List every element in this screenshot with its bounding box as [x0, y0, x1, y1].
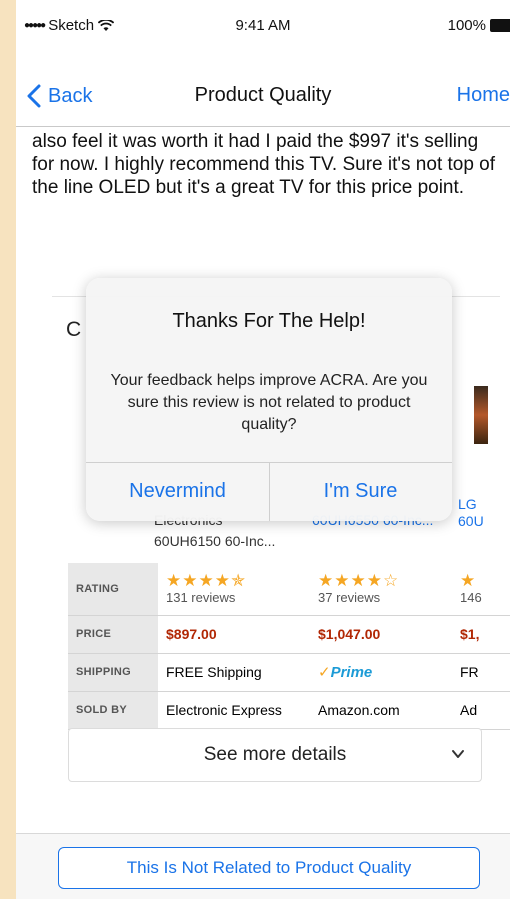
product-model-1: 60UH6150 60-Inc... [154, 533, 276, 549]
product-image [474, 386, 488, 444]
shipping-3: FR [452, 653, 510, 692]
nevermind-button[interactable]: Nevermind [86, 462, 269, 521]
page-title: Product Quality [194, 84, 332, 106]
phone-screen: ●●●●● Sketch 9:41 AM 100% Back Product Q… [16, 0, 510, 899]
row-label-sold-by: SOLD BY [68, 691, 158, 730]
rating-cell-2[interactable]: ★★★★☆ 37 reviews [310, 563, 452, 616]
alert-message: Your feedback helps improve ACRA. Are yo… [110, 372, 428, 433]
see-more-details-button[interactable]: See more details [68, 728, 482, 782]
see-more-label: See more details [203, 744, 347, 765]
prime-check-icon: ✓ [318, 664, 331, 681]
review-count-3: 146 [460, 590, 482, 606]
alert-title: Thanks For The Help! [172, 310, 366, 332]
clock: 9:41 AM [235, 17, 291, 34]
prime-badge: ✓Prime [318, 664, 372, 681]
price-2: $1,047.00 [310, 615, 452, 654]
sold-by-3: Ad [452, 691, 510, 730]
row-label-rating: RATING [68, 563, 158, 616]
chevron-down-icon [452, 750, 464, 758]
navigation-bar: Back Product Quality Home [16, 70, 510, 120]
row-label-price: PRICE [68, 615, 158, 654]
sold-by-2: Amazon.com [310, 691, 452, 730]
nav-divider [16, 126, 510, 127]
product-model-3: 60U [458, 513, 484, 529]
battery: 100% [448, 17, 510, 34]
table-row-shipping: SHIPPING FREE Shipping ✓Prime FR [68, 653, 510, 692]
confirmation-alert: Thanks For The Help! Your feedback helps… [86, 278, 452, 521]
product-brand-3: LG [458, 496, 477, 512]
shipping-2: ✓Prime [310, 653, 452, 692]
product-name-3[interactable]: LG 60U [458, 496, 484, 530]
battery-percent: 100% [447, 17, 486, 34]
price-1: $897.00 [158, 615, 310, 654]
rating-cell-3[interactable]: ★ 146 [452, 563, 510, 616]
sold-by-1: Electronic Express [158, 691, 310, 730]
price-3: $1, [452, 615, 510, 654]
star-rating-icon: ★★★★✯ [166, 571, 247, 591]
table-row-rating: RATING ★★★★✯ 131 reviews ★★★★☆ 37 review… [68, 563, 510, 616]
im-sure-button[interactable]: I'm Sure [269, 462, 452, 521]
comparison-table: RATING ★★★★✯ 131 reviews ★★★★☆ 37 review… [68, 563, 510, 730]
table-row-sold-by: SOLD BY Electronic Express Amazon.com Ad [68, 691, 510, 730]
comparison-heading: C [66, 318, 82, 341]
status-bar: ●●●●● Sketch 9:41 AM 100% [16, 0, 510, 50]
rating-cell-1[interactable]: ★★★★✯ 131 reviews [158, 563, 310, 616]
not-related-button[interactable]: This Is Not Related to Product Quality [58, 847, 480, 889]
row-label-shipping: SHIPPING [68, 653, 158, 692]
review-count-2: 37 reviews [318, 590, 381, 606]
table-row-price: PRICE $897.00 $1,047.00 $1, [68, 615, 510, 654]
shipping-1: FREE Shipping [158, 653, 310, 692]
review-count-1: 131 reviews [166, 590, 236, 606]
battery-icon [490, 19, 510, 32]
prime-label: Prime [330, 664, 373, 681]
star-rating-icon: ★★★★☆ [318, 571, 400, 591]
review-text: also feel it was worth it had I paid the… [32, 131, 496, 198]
bottom-toolbar: This Is Not Related to Product Quality [16, 833, 510, 899]
star-rating-icon: ★ [460, 571, 477, 591]
home-button[interactable]: Home [457, 84, 510, 107]
